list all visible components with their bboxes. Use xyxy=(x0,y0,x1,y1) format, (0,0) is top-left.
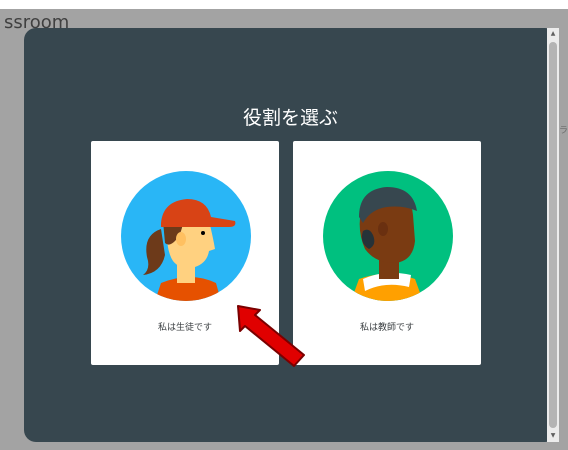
teacher-avatar-icon xyxy=(323,171,453,301)
teacher-role-card[interactable]: 私は教師です xyxy=(293,141,481,365)
vertical-scrollbar[interactable]: ▲ ▼ xyxy=(547,28,559,442)
background-edge-text: ラ xyxy=(558,126,568,136)
annotation-arrow-icon xyxy=(237,305,305,367)
dialog-title: 役割を選ぶ xyxy=(242,107,338,129)
role-selection-dialog: 役割を選ぶ 私は生徒です 私は教師です xyxy=(24,28,557,442)
scroll-up-icon[interactable]: ▲ xyxy=(547,28,559,40)
teacher-role-label: 私は教師です xyxy=(359,323,414,333)
scroll-thumb[interactable] xyxy=(549,42,557,428)
top-strip xyxy=(0,0,568,9)
student-avatar-icon xyxy=(121,171,251,301)
scroll-down-icon[interactable]: ▼ xyxy=(547,430,559,442)
